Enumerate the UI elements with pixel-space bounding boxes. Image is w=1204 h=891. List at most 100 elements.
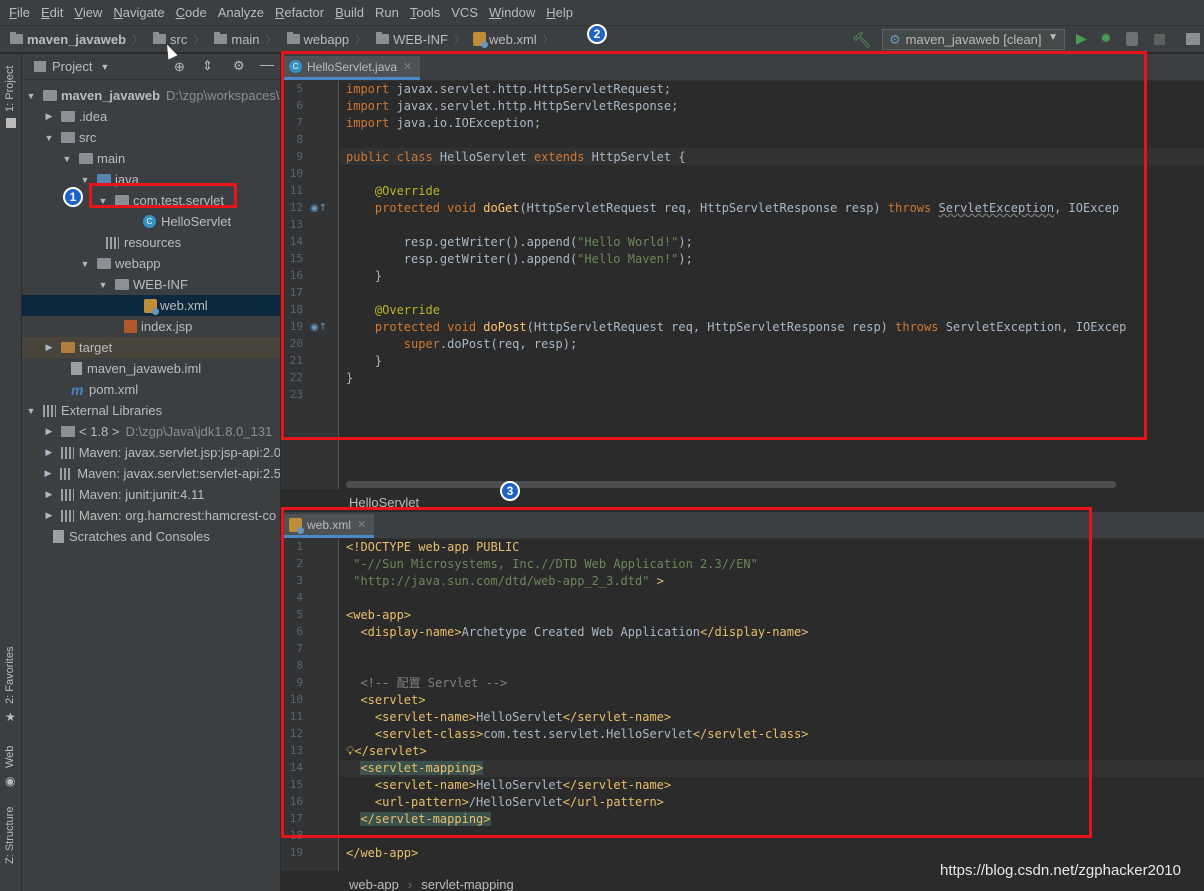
tree-item[interactable]: m pom.xml: [22, 379, 280, 400]
breadcrumb-item[interactable]: webapp 〉: [277, 26, 367, 53]
breadcrumb-separator: 〉: [265, 34, 277, 46]
expanded-arrow-icon[interactable]: ▼: [80, 259, 90, 269]
collapsed-arrow-icon[interactable]: ▶: [44, 447, 54, 458]
menu-item-tools[interactable]: Tools: [405, 0, 446, 26]
collapsed-arrow-icon[interactable]: ▶: [44, 489, 54, 500]
settings-gear-icon[interactable]: ⚙: [233, 58, 245, 74]
collapse-all-icon[interactable]: ⇕: [202, 58, 213, 74]
line-number: 19: [289, 846, 303, 859]
library-icon: [61, 488, 74, 501]
collapsed-arrow-icon[interactable]: ▶: [44, 510, 54, 521]
breadcrumb-item[interactable]: maven_javaweb 〉: [0, 26, 143, 53]
menu-item-vcs[interactable]: VCS: [446, 0, 484, 26]
folder-icon: [115, 279, 129, 290]
collapsed-arrow-icon[interactable]: ▶: [44, 111, 54, 122]
tree-item[interactable]: resources: [22, 232, 280, 253]
folder-icon: [61, 426, 75, 437]
tree-item[interactable]: ▶ Maven: junit:junit:4.11: [22, 484, 280, 505]
highlight-box-servlet-code: [281, 51, 1147, 440]
project-view-label[interactable]: Project: [52, 59, 92, 74]
run-configuration-select[interactable]: ⚙ maven_javaweb [clean] ▼: [882, 29, 1065, 50]
tree-item[interactable]: ▼ WEB-INF: [22, 274, 280, 295]
expanded-arrow-icon[interactable]: ▼: [62, 154, 72, 164]
project-tool-window: Project ▼ ⊕ ⇕ ⚙ — ▼ maven_javaweb D:\zgp\w…: [22, 54, 281, 891]
badge-2: 2: [587, 24, 607, 44]
tree-item[interactable]: ▼ main: [22, 148, 280, 169]
breadcrumb-item[interactable]: main 〉: [204, 26, 277, 53]
code-line: </web-app>: [346, 846, 419, 860]
menu-item-refactor[interactable]: Refactor: [270, 0, 330, 26]
scratches-icon: [53, 530, 64, 543]
breadcrumb-separator: 〉: [355, 34, 367, 46]
debug-icon[interactable]: ✹: [1100, 31, 1112, 47]
java-class-icon: C: [143, 215, 156, 228]
tree-item[interactable]: ▼ External Libraries: [22, 400, 280, 421]
expanded-arrow-icon[interactable]: ▼: [26, 406, 36, 416]
tree-item[interactable]: ▶ Maven: javax.servlet.jsp:jsp-api:2.0: [22, 442, 280, 463]
menu-item-view[interactable]: View: [69, 0, 108, 26]
horizontal-scrollbar[interactable]: [346, 481, 1116, 488]
tab-web[interactable]: Web: [4, 746, 16, 768]
build-hammer-icon[interactable]: 🔨︎: [852, 31, 871, 49]
expanded-arrow-icon[interactable]: ▼: [44, 133, 54, 143]
tab-favorites[interactable]: 2: Favorites: [4, 647, 16, 704]
hide-panel-icon[interactable]: —: [260, 56, 274, 72]
run-icon[interactable]: ▶: [1076, 31, 1087, 47]
breadcrumb-separator: 〉: [542, 34, 554, 46]
breadcrumb-item[interactable]: web.xml 〉: [465, 26, 554, 53]
tree-item[interactable]: ▶ .idea: [22, 106, 280, 127]
badge-1: 1: [63, 187, 83, 207]
tree-item[interactable]: ▼ maven_javaweb D:\zgp\workspaces\: [22, 85, 280, 106]
menu-item-build[interactable]: Build: [330, 0, 370, 26]
expanded-arrow-icon[interactable]: ▼: [98, 280, 108, 290]
chevron-down-icon: ▼: [1048, 32, 1058, 43]
menu-item-edit[interactable]: Edit: [36, 0, 69, 26]
menu-item-window[interactable]: Window: [484, 0, 541, 26]
tab-structure[interactable]: Z: Structure: [4, 807, 16, 864]
folder-icon: [61, 132, 75, 143]
library-icon: [43, 404, 56, 417]
locate-icon[interactable]: ⊕: [174, 59, 185, 75]
project-structure-icon[interactable]: [1186, 33, 1200, 45]
project-view-icon: [34, 61, 46, 72]
highlight-box-package: [89, 183, 237, 208]
menu-item-navigate[interactable]: Navigate: [108, 0, 170, 26]
expanded-arrow-icon[interactable]: ▼: [26, 91, 36, 101]
bottom-editor-breadcrumb[interactable]: web-app › servlet-mapping: [349, 874, 514, 891]
menu-item-file[interactable]: File: [4, 0, 36, 26]
collapsed-arrow-icon[interactable]: ▶: [44, 426, 54, 437]
project-view-dropdown-icon[interactable]: ▼: [100, 62, 109, 72]
watermark: https://blog.csdn.net/zgphacker2010: [940, 862, 1181, 879]
left-tool-stripe: 1: Project 2: Favorites ★ Web ◉ Z: Struc…: [0, 54, 22, 891]
library-icon: [61, 509, 74, 522]
tree-item[interactable]: Scratches and Consoles: [22, 526, 280, 547]
menu-item-run[interactable]: Run: [370, 0, 405, 26]
tree-item[interactable]: ▶ target: [22, 337, 280, 358]
iml-file-icon: [71, 362, 82, 375]
collapsed-arrow-icon[interactable]: ▶: [44, 342, 54, 353]
folder-icon: [43, 90, 57, 101]
stop-icon[interactable]: [1154, 34, 1165, 45]
breadcrumb-item[interactable]: WEB-INF 〉: [366, 26, 465, 53]
menu-item-code[interactable]: Code: [171, 0, 213, 26]
coverage-icon[interactable]: [1126, 32, 1138, 46]
breadcrumb-separator: 〉: [453, 34, 465, 46]
collapsed-arrow-icon[interactable]: ▶: [43, 468, 53, 479]
tree-item[interactable]: maven_javaweb.iml: [22, 358, 280, 379]
xml-file-icon: [472, 32, 488, 48]
tree-item[interactable]: index.jsp: [22, 316, 280, 337]
tree-item[interactable]: ▶ < 1.8 > D:\zgp\Java\jdk1.8.0_131: [22, 421, 280, 442]
breadcrumb-separator: 〉: [193, 34, 205, 46]
menu-item-analyze[interactable]: Analyze: [213, 0, 270, 26]
tree-item[interactable]: ▼ webapp: [22, 253, 280, 274]
folder-icon: [286, 32, 300, 44]
folder-icon: [97, 258, 111, 269]
menu-item-help[interactable]: Help: [541, 0, 579, 26]
tree-item[interactable]: web.xml: [22, 295, 280, 316]
library-icon: [60, 446, 74, 459]
tree-item[interactable]: ▼ src: [22, 127, 280, 148]
tree-item[interactable]: C HelloServlet: [22, 211, 280, 232]
tree-item[interactable]: ▶ Maven: org.hamcrest:hamcrest-co: [22, 505, 280, 526]
tree-item[interactable]: ▶ Maven: javax.servlet:servlet-api:2.5: [22, 463, 280, 484]
tab-project[interactable]: 1: Project: [4, 66, 16, 112]
